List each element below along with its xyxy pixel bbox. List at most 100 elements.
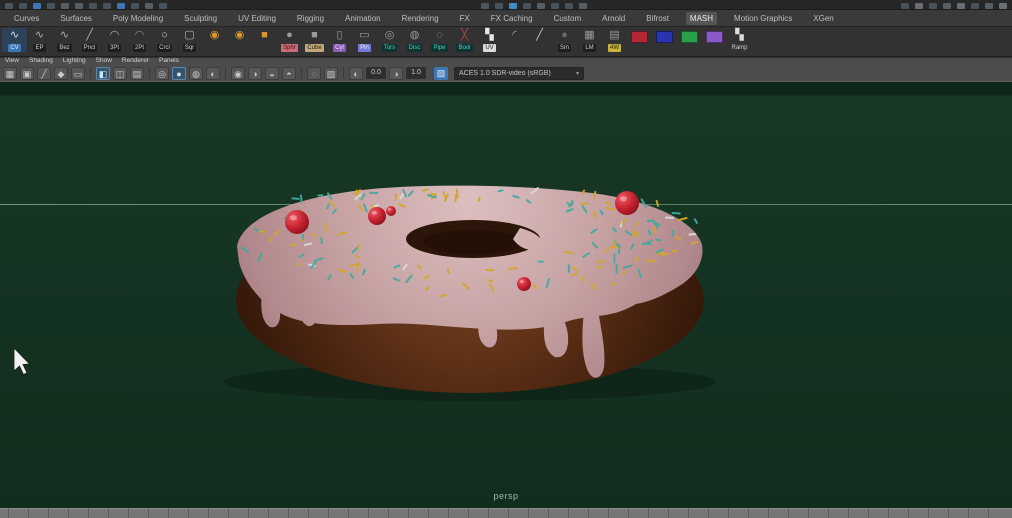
cv-curve-tool[interactable]: ∿ CV [2, 28, 27, 52]
construction-history-icon[interactable] [579, 3, 587, 9]
shelf-tab-uv-editing[interactable]: UV Editing [234, 12, 280, 25]
panel-menu-lighting[interactable]: Lighting [63, 57, 86, 65]
panel-menu-panels[interactable]: Panels [159, 57, 179, 65]
gamma-icon[interactable]: ◑ [389, 66, 403, 80]
shelf-tab-bifrost[interactable]: Bifrost [642, 12, 673, 25]
time-slider[interactable] [0, 508, 1012, 518]
snap-to-curve-icon[interactable] [495, 3, 503, 9]
shelf-tab-fx-caching[interactable]: FX Caching [487, 12, 537, 25]
wireframe-mode-icon[interactable]: ◎ [155, 66, 169, 80]
shelf-tab-mash[interactable]: MASH [685, 12, 718, 25]
anti-aliasing-icon[interactable]: ◓ [282, 66, 296, 80]
menu-set-selector-icon[interactable] [5, 3, 13, 9]
hypershade-icon[interactable] [999, 3, 1007, 9]
poly-plane-primitive[interactable]: ▭ Pln [352, 28, 377, 52]
display-layer-icon[interactable] [957, 3, 965, 9]
lasso-select-icon[interactable] [103, 3, 111, 9]
snap-to-grid-icon[interactable] [481, 3, 489, 9]
shelf-tab-xgen[interactable]: XGen [809, 12, 837, 25]
uv-editor-icon[interactable] [985, 3, 993, 9]
make-live-icon[interactable] [537, 3, 545, 9]
ramp-texture-button[interactable]: ▚ Ramp [727, 28, 752, 52]
shelf-tab-poly-modeling[interactable]: Poly Modeling [109, 12, 167, 25]
shelf-tab-custom[interactable]: Custom [550, 12, 586, 25]
smooth-mesh-tool[interactable]: ● Sm [552, 28, 577, 52]
shelf-tab-rigging[interactable]: Rigging [293, 12, 328, 25]
poly-torus-primitive[interactable]: ◎ Tors [377, 28, 402, 52]
isolate-select-icon[interactable]: ◌ [307, 66, 321, 80]
modeling-toolkit-icon[interactable] [971, 3, 979, 9]
shelf-tab-animation[interactable]: Animation [341, 12, 385, 25]
render-frame-icon[interactable] [915, 3, 923, 9]
layout-four-pane-icon[interactable]: ▤ [130, 66, 144, 80]
nurbs-sphere-primitive[interactable]: ◉ [202, 28, 227, 43]
snap-to-point-icon[interactable] [509, 3, 517, 9]
grease-pencil-icon[interactable]: ╱ [37, 66, 51, 80]
bezier-curve-tool[interactable]: ∿ Bez [52, 28, 77, 52]
output-connections-icon[interactable] [565, 3, 573, 9]
shelf-tab-surfaces[interactable]: Surfaces [56, 12, 96, 25]
color-management-icon[interactable]: ▧ [434, 66, 448, 80]
lock-camera-icon[interactable]: ▣ [20, 66, 34, 80]
textured-mode-icon[interactable]: ◍ [189, 66, 203, 80]
red-material-swatch[interactable] [627, 28, 652, 43]
purple-material-swatch[interactable] [702, 28, 727, 43]
curve-utility-tool[interactable]: ◜ [502, 28, 527, 43]
viewport[interactable]: persp [0, 82, 1012, 508]
shaded-mode-icon[interactable]: ● [172, 66, 186, 80]
shelf-tab-rendering[interactable]: Rendering [398, 12, 443, 25]
view-transform-dropdown[interactable]: ACES 1.0 SDR-video (sRGB) ▾ [454, 66, 584, 80]
paint-select-icon[interactable] [117, 3, 125, 9]
ep-curve-tool[interactable]: ∿ EP [27, 28, 52, 52]
two-point-arc-tool[interactable]: ◠ 2Pt [127, 28, 152, 52]
redo-icon[interactable] [75, 3, 83, 9]
panel-menu-view[interactable]: View [5, 57, 19, 65]
lighting-icon[interactable]: ◉ [231, 66, 245, 80]
quad-draw-tool[interactable]: ▤ 4W [602, 28, 627, 52]
poly-cube-primitive[interactable]: ■ Cube [302, 28, 327, 52]
render-view-icon[interactable] [901, 3, 909, 9]
poly-cylinder-primitive[interactable]: ▯ Cyl [327, 28, 352, 52]
pencil-curve-tool[interactable]: ╱ Pncl [77, 28, 102, 52]
xray-mode-icon[interactable]: ▨ [324, 66, 338, 80]
new-scene-icon[interactable] [19, 3, 27, 9]
open-scene-icon[interactable] [33, 3, 41, 9]
poly-pipe-primitive[interactable]: ◌ Pipe [427, 28, 452, 52]
nurbs-torus-primitive[interactable]: ◉ [227, 28, 252, 43]
select-tool-icon[interactable] [89, 3, 97, 9]
three-point-arc-tool[interactable]: ◠ 3Pt [102, 28, 127, 52]
select-by-object-icon[interactable] [145, 3, 153, 9]
shelf-tab-arnold[interactable]: Arnold [598, 12, 629, 25]
shadows-icon[interactable]: ◑ [248, 66, 262, 80]
boolean-tool[interactable]: ╳ Bool [452, 28, 477, 52]
shelf-tab-curves[interactable]: Curves [10, 12, 43, 25]
uv-editor-shelf-button[interactable]: ▚ UV [477, 28, 502, 52]
input-connections-icon[interactable] [551, 3, 559, 9]
nurbs-plane-primitive[interactable]: ■ [252, 28, 277, 43]
panel-menu-show[interactable]: Show [96, 57, 112, 65]
select-by-component-icon[interactable] [159, 3, 167, 9]
exposure-icon[interactable]: ◐ [349, 66, 363, 80]
nurbs-circle-tool[interactable]: ○ Crcl [152, 28, 177, 52]
undo-icon[interactable] [61, 3, 69, 9]
blue-material-swatch[interactable] [652, 28, 677, 43]
shelf-tab-fx[interactable]: FX [456, 12, 474, 25]
layout-single-pane-icon[interactable]: ◧ [96, 66, 110, 80]
green-material-swatch[interactable] [677, 28, 702, 43]
sculpt-pencil-tool[interactable]: ╱ [527, 28, 552, 43]
image-plane-icon[interactable]: ▭ [71, 66, 85, 80]
bookmark-icon[interactable]: ◆ [54, 66, 68, 80]
snap-to-plane-icon[interactable] [523, 3, 531, 9]
lattice-tool[interactable]: ▦ LM [577, 28, 602, 52]
layout-two-pane-icon[interactable]: ◫ [113, 66, 127, 80]
panel-menu-renderer[interactable]: Renderer [122, 57, 149, 65]
select-by-hierarchy-icon[interactable] [131, 3, 139, 9]
default-material-icon[interactable]: ◐ [206, 66, 220, 80]
shelf-tab-motion-graphics[interactable]: Motion Graphics [730, 12, 796, 25]
panel-menu-shading[interactable]: Shading [29, 57, 53, 65]
ipr-render-icon[interactable] [929, 3, 937, 9]
nurbs-square-tool[interactable]: ▢ Sqr [177, 28, 202, 52]
render-settings-icon[interactable] [943, 3, 951, 9]
poly-disc-primitive[interactable]: ◍ Disc [402, 28, 427, 52]
shelf-tab-sculpting[interactable]: Sculpting [180, 12, 221, 25]
